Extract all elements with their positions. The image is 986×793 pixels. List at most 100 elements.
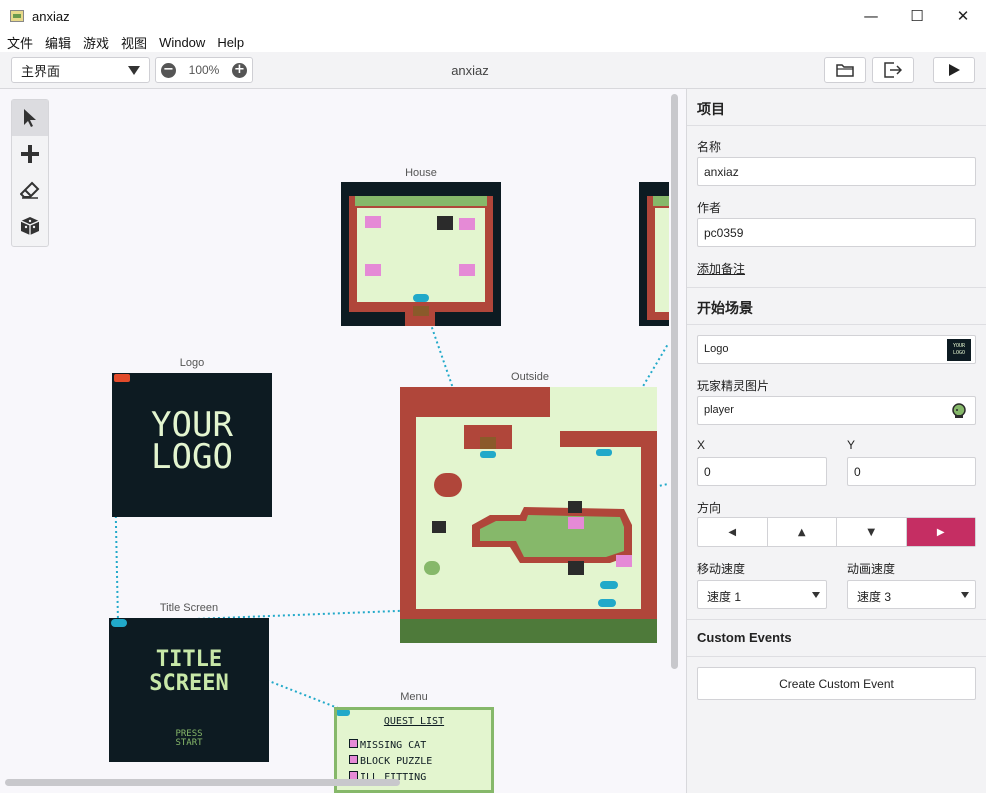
scene-outside[interactable] — [400, 387, 657, 643]
direction-down-button[interactable]: ▼ — [837, 518, 907, 546]
scene-partial-right[interactable] — [639, 182, 669, 326]
author-input[interactable]: pc0359 — [697, 218, 976, 247]
app-icon — [10, 10, 24, 22]
export-icon — [884, 62, 902, 78]
create-custom-event-button[interactable]: Create Custom Event — [697, 667, 976, 700]
scene-label-house: House — [405, 167, 437, 179]
zoom-out-button[interactable]: − — [161, 62, 176, 78]
minimize-button[interactable]: — — [848, 0, 894, 32]
caret-down-icon — [961, 592, 969, 598]
sprite-select[interactable]: player — [697, 396, 976, 425]
logo-text: YOUR LOGO — [112, 408, 272, 477]
world-canvas[interactable]: House Logo YOUR LOGO Title Screen TITLE … — [0, 89, 686, 793]
direction-group: ◀ ▲ ▼ ▶ — [697, 517, 976, 547]
maximize-button[interactable]: ☐ — [894, 0, 940, 32]
window-title: anxiaz — [32, 8, 70, 24]
eraser-icon — [20, 181, 40, 199]
section-select-value: 主界面 — [21, 63, 61, 79]
start-scene-select[interactable]: Logo YOUR LOGO — [697, 335, 976, 364]
horizontal-scrollbar[interactable] — [5, 779, 400, 786]
menu-view[interactable]: 视图 — [121, 33, 147, 52]
anim-speed-value: 速度 3 — [857, 590, 892, 604]
start-scene-heading: 开始场景 — [687, 288, 986, 325]
scene-title-screen[interactable]: TITLE SCREEN PRESS START — [109, 618, 269, 762]
quest-list-heading: QUEST LIST — [383, 716, 445, 727]
menu-window[interactable]: Window — [159, 35, 205, 50]
window-controls: — ☐ ✕ — [848, 0, 986, 32]
close-button[interactable]: ✕ — [940, 0, 986, 32]
section-select[interactable]: 主界面 — [11, 57, 150, 83]
properties-sidebar: 项目 名称 anxiaz 作者 pc0359 添加备注 开始场景 Logo YO… — [686, 89, 986, 793]
title-bar: anxiaz — ☐ ✕ — [0, 0, 986, 32]
move-speed-value: 速度 1 — [707, 590, 742, 604]
y-input[interactable]: 0 — [847, 457, 976, 486]
title-text-line1: TITLE — [155, 647, 223, 672]
caret-down-icon — [812, 592, 820, 598]
zoom-in-button[interactable]: + — [231, 62, 247, 78]
anim-speed-label: 动画速度 — [847, 562, 896, 576]
quest-item: MISSING CAT — [349, 738, 432, 754]
cursor-icon — [24, 109, 36, 127]
menu-edit[interactable]: 编辑 — [45, 33, 71, 52]
folder-icon — [836, 64, 854, 77]
name-input[interactable]: anxiaz — [697, 157, 976, 186]
outside-scene-art — [400, 387, 657, 643]
name-label: 名称 — [697, 140, 722, 154]
x-label: X — [697, 438, 706, 452]
caret-down-icon — [128, 66, 140, 75]
start-scene-value: Logo — [704, 343, 729, 355]
select-tool[interactable] — [12, 100, 48, 136]
menu-game[interactable]: 游戏 — [83, 33, 109, 52]
color-tool[interactable] — [12, 208, 48, 244]
start-text: START — [175, 738, 203, 748]
y-label: Y — [847, 438, 856, 452]
title-screen-text: TITLE SCREEN — [109, 648, 269, 696]
scene-label-title-screen: Title Screen — [159, 602, 219, 614]
zoom-control: − 100% + — [155, 57, 253, 83]
sprite-label: 玩家精灵图片 — [697, 379, 770, 393]
menu-connection-node-icon — [337, 710, 350, 716]
toolbar-project-name: anxiaz — [451, 63, 489, 78]
house-scene-art — [349, 196, 493, 326]
vertical-scrollbar[interactable] — [671, 94, 678, 669]
zoom-level: 100% — [188, 63, 220, 77]
eraser-tool[interactable] — [12, 172, 48, 208]
move-speed-select[interactable]: 速度 1 — [697, 580, 827, 609]
direction-right-button[interactable]: ▶ — [906, 518, 975, 546]
direction-left-button[interactable]: ◀ — [698, 518, 768, 546]
add-tool[interactable] — [12, 136, 48, 172]
author-label: 作者 — [697, 201, 722, 215]
scene-logo[interactable]: YOUR LOGO — [112, 373, 272, 517]
logo-text-line2: LOGO — [151, 437, 233, 477]
sprite-value: player — [704, 404, 734, 416]
menu-bar: 文件 编辑 游戏 视图 Window Help — [0, 32, 986, 52]
move-speed-label: 移动速度 — [697, 562, 746, 576]
menu-file[interactable]: 文件 — [7, 33, 33, 52]
direction-label: 方向 — [697, 501, 722, 515]
sprite-thumbnail-icon — [952, 403, 966, 418]
partial-scene-art — [647, 196, 669, 320]
toolbar: 主界面 − 100% + anxiaz — [0, 52, 986, 89]
press-start-text: PRESS START — [109, 730, 269, 748]
x-input[interactable]: 0 — [697, 457, 827, 486]
open-folder-button[interactable] — [824, 57, 866, 83]
play-icon — [949, 64, 960, 76]
tool-palette — [11, 99, 49, 247]
title-text-line2: SCREEN — [149, 671, 229, 696]
anim-speed-select[interactable]: 速度 3 — [847, 580, 976, 609]
scene-label-logo: Logo — [179, 357, 205, 369]
scene-label-menu: Menu — [400, 691, 428, 703]
plus-icon — [21, 145, 39, 163]
menu-help[interactable]: Help — [217, 35, 244, 50]
direction-up-button[interactable]: ▲ — [768, 518, 837, 546]
scene-house[interactable] — [341, 182, 501, 326]
scene-thumbnail: YOUR LOGO — [947, 339, 971, 361]
add-notes-link[interactable]: 添加备注 — [697, 260, 745, 277]
scene-label-outside: Outside — [511, 371, 549, 383]
start-scene-marker-icon — [114, 374, 130, 382]
custom-events-heading: Custom Events — [687, 620, 986, 657]
quest-item: BLOCK PUZZLE — [349, 754, 432, 770]
connection-node-icon — [111, 619, 127, 627]
export-button[interactable] — [872, 57, 914, 83]
play-button[interactable] — [933, 57, 975, 83]
